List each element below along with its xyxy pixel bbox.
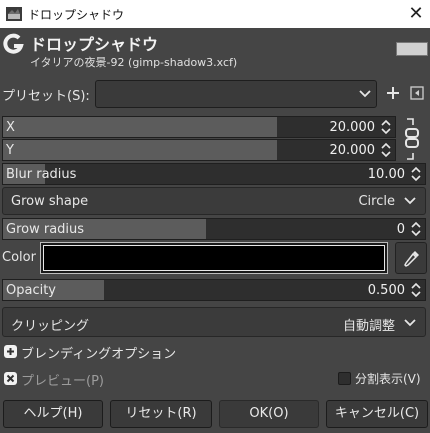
split-view-label: 分割表示(V)	[355, 372, 421, 386]
chevron-down-icon	[359, 90, 371, 98]
opacity-value: 0.500	[367, 283, 405, 298]
grow-radius-value: 0	[396, 222, 405, 237]
chain-link-icon[interactable]	[403, 117, 421, 161]
blur-radius-value: 10.00	[367, 167, 405, 182]
color-swatch-button[interactable]	[40, 242, 388, 274]
clipping-dropdown[interactable]: クリッピング 自動調整	[2, 307, 426, 337]
x-label: X	[6, 120, 15, 135]
close-icon: ✕	[408, 3, 424, 24]
blending-options-label: ブレンディングオプション	[21, 347, 177, 362]
checkbox-box	[338, 372, 351, 385]
cancel-button[interactable]: キャンセル(C)	[326, 400, 428, 428]
color-picker-button[interactable]	[395, 242, 427, 274]
image-thumbnail	[396, 42, 428, 56]
chevron-down-icon	[404, 319, 416, 327]
preview-label: プレビュー(P)	[21, 374, 104, 389]
x-slider-fill	[3, 117, 278, 137]
spin-arrows-icon[interactable]	[410, 281, 422, 299]
title-bar: ドロップシャドウ ✕	[0, 0, 430, 28]
grow-shape-dropdown[interactable]: Grow shape Circle	[2, 187, 426, 215]
image-subtitle: イタリアの夜景-92 (gimp-shadow3.xcf)	[30, 56, 238, 69]
spin-arrows-icon[interactable]	[410, 220, 422, 238]
y-value: 20.000	[329, 143, 376, 158]
x-value: 20.000	[329, 120, 376, 135]
checkbox-x-icon	[4, 372, 17, 385]
expand-plus-icon	[4, 345, 17, 358]
clipping-label: クリッピング	[11, 319, 90, 334]
clipping-value: 自動調整	[342, 319, 395, 334]
spin-arrows-icon[interactable]	[380, 141, 392, 159]
x-offset-slider[interactable]: X 20.000	[2, 116, 396, 138]
y-label: Y	[6, 143, 14, 158]
dialog-title: ドロップシャドウ	[30, 35, 159, 54]
grow-radius-slider[interactable]: Grow radius 0	[2, 218, 426, 240]
y-slider-fill	[3, 140, 278, 160]
reset-button[interactable]: リセット(R)	[110, 400, 212, 428]
preset-menu-icon[interactable]	[410, 86, 424, 100]
plus-icon[interactable]	[386, 86, 400, 100]
color-label: Color	[2, 250, 36, 265]
opacity-slider[interactable]: Opacity 0.500	[2, 279, 426, 301]
preset-label: プリセット(S):	[2, 89, 90, 104]
spin-arrows-icon[interactable]	[410, 165, 422, 183]
grow-radius-label: Grow radius	[6, 222, 85, 237]
blur-radius-label: Blur radius	[6, 167, 77, 182]
help-button[interactable]: ヘルプ(H)	[3, 400, 103, 428]
y-offset-slider[interactable]: Y 20.000	[2, 139, 396, 161]
split-view-checkbox[interactable]: 分割表示(V)	[338, 370, 430, 388]
grow-shape-value: Circle	[358, 194, 395, 209]
preview-checkbox[interactable]: プレビュー(P)	[4, 370, 144, 389]
spin-arrows-icon[interactable]	[380, 118, 392, 136]
blending-options-expander[interactable]: ブレンディングオプション	[4, 343, 204, 362]
close-button[interactable]: ✕	[404, 3, 428, 25]
gimp-app-icon	[6, 7, 22, 21]
blur-radius-slider[interactable]: Blur radius 10.00	[2, 163, 426, 185]
preset-combo[interactable]	[95, 80, 377, 108]
gimp-logo-icon	[3, 33, 24, 54]
grow-shape-label: Grow shape	[11, 194, 89, 209]
window-title: ドロップシャドウ	[28, 8, 125, 22]
ok-button[interactable]: OK(O)	[219, 400, 319, 428]
color-picker-icon	[404, 251, 419, 267]
color-swatch	[43, 245, 385, 271]
opacity-label: Opacity	[6, 283, 57, 298]
chevron-down-icon	[404, 197, 416, 205]
